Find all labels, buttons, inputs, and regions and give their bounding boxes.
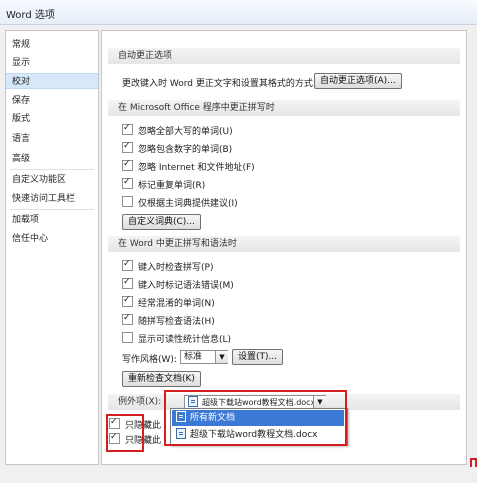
checkbox[interactable]: ✓: [122, 295, 133, 307]
option-label: 只隐藏此: [125, 436, 162, 446]
dropdown-option-current-document[interactable]: 超级下载站word教程文档.docx: [172, 427, 344, 443]
option-label: 键入时标记语法错误(M): [138, 281, 234, 291]
option-label: 键入时检查拼写(P): [138, 263, 214, 273]
nav-item-display[interactable]: 显示: [6, 55, 98, 71]
dialog-footer: [0, 467, 477, 483]
checkmark-icon: ✓: [123, 295, 131, 305]
checkbox[interactable]: ✓: [122, 159, 133, 171]
nav-item-proofing[interactable]: 校对: [6, 73, 98, 89]
checkmark-icon: ✓: [123, 123, 131, 133]
checkbox[interactable]: ✓: [109, 417, 120, 429]
nav-item-layout[interactable]: 版式: [6, 111, 98, 127]
option-label: 标记重复单词(R): [138, 181, 206, 191]
checkmark-icon: ✓: [123, 177, 131, 187]
writing-style-label: 写作风格(W):: [122, 355, 177, 365]
nav-divider: [10, 209, 94, 210]
option-confused-words[interactable]: ✓ 经常混淆的单词(N): [122, 295, 215, 310]
recheck-document-button[interactable]: 重新检查文档(K): [122, 371, 201, 387]
nav-item-customize-ribbon[interactable]: 自定义功能区: [6, 172, 98, 188]
checkbox[interactable]: ✓: [122, 259, 133, 271]
checkmark-icon: ✓: [123, 159, 131, 169]
autocorrect-description: 更改键入时 Word 更正文字和设置其格式的方式:: [122, 79, 316, 89]
writing-style-value: 标准: [184, 352, 203, 362]
option-label: 忽略 Internet 和文件地址(F): [138, 163, 255, 173]
checkbox[interactable]: ✓: [109, 432, 120, 444]
window-title: Word 选项: [6, 10, 55, 21]
chevron-down-icon[interactable]: ▼: [215, 351, 228, 363]
exceptions-dropdown-list: 所有新文档 超级下载站word教程文档.docx: [170, 408, 348, 446]
option-flag-repeated-words[interactable]: ✓ 标记重复单词(R): [122, 177, 206, 192]
options-nav: 常规 显示 校对 保存 版式 语言 高级 自定义功能区 快速访问工具栏 加载项 …: [5, 30, 99, 465]
checkbox[interactable]: [122, 196, 133, 207]
autocorrect-options-button[interactable]: 自动更正选项(A)...: [314, 73, 402, 89]
nav-divider: [10, 169, 94, 170]
option-label: 显示可读性统计信息(L): [138, 335, 232, 345]
exceptions-document-select[interactable]: 超级下载站word教程文档.docx ▼: [184, 395, 326, 409]
option-label: 只隐藏此: [125, 421, 162, 431]
checkbox[interactable]: [122, 332, 133, 343]
nav-item-trust-center[interactable]: 信任中心: [6, 231, 98, 247]
option-label: 忽略包含数字的单词(B): [138, 145, 233, 155]
nav-item-advanced[interactable]: 高级: [6, 151, 98, 167]
checkbox[interactable]: ✓: [122, 123, 133, 135]
option-ignore-uppercase[interactable]: ✓ 忽略全部大写的单词(U): [122, 123, 233, 138]
checkmark-icon: ✓: [123, 277, 131, 287]
option-label: 随拼写检查语法(H): [138, 317, 215, 327]
option-readability-statistics[interactable]: 显示可读性统计信息(L): [122, 332, 231, 346]
title-bar: Word 选项: [0, 0, 477, 25]
section-heading-autocorrect: 自动更正选项: [108, 48, 460, 64]
option-label: 仅根据主词典提供建议(I): [138, 199, 238, 209]
option-main-dictionary-only[interactable]: 仅根据主词典提供建议(I): [122, 196, 238, 210]
option-label: 忽略全部大写的单词(U): [138, 127, 233, 137]
checkmark-icon: ✓: [123, 141, 131, 151]
section-heading-word-spelling: 在 Word 中更正拼写和语法时: [108, 236, 460, 252]
checkmark-icon: ✓: [123, 259, 131, 269]
exceptions-label: 例外项(X):: [118, 397, 162, 407]
proofing-panel: 自动更正选项 更改键入时 Word 更正文字和设置其格式的方式: 自动更正选项(…: [101, 30, 467, 465]
grammar-settings-button[interactable]: 设置(T)...: [232, 349, 284, 365]
option-ignore-numbers[interactable]: ✓ 忽略包含数字的单词(B): [122, 141, 233, 156]
option-check-spelling-as-type[interactable]: ✓ 键入时检查拼写(P): [122, 259, 214, 274]
checkmark-icon: ✓: [110, 432, 118, 442]
checkbox[interactable]: ✓: [122, 313, 133, 325]
nav-item-add-ins[interactable]: 加载项: [6, 212, 98, 228]
dropdown-option-label: 超级下载站word教程文档.docx: [190, 430, 318, 440]
option-ignore-internet-addresses[interactable]: ✓ 忽略 Internet 和文件地址(F): [122, 159, 255, 174]
option-mark-grammar-errors[interactable]: ✓ 键入时标记语法错误(M): [122, 277, 234, 292]
nav-item-quick-access-toolbar[interactable]: 快速访问工具栏: [6, 191, 98, 207]
dropdown-option-all-new-documents[interactable]: 所有新文档: [172, 410, 344, 426]
word-options-dialog: Word 选项 常规 显示 校对 保存 版式 语言 高级 自定义功能区 快速访问…: [0, 0, 477, 483]
word-document-icon: [188, 396, 198, 407]
checkbox[interactable]: ✓: [122, 177, 133, 189]
checkbox[interactable]: ✓: [122, 141, 133, 153]
option-hide-spelling-errors[interactable]: ✓ 只隐藏此: [109, 417, 162, 432]
dropdown-option-label: 所有新文档: [190, 413, 236, 423]
checkmark-icon: ✓: [110, 417, 118, 427]
checkbox[interactable]: ✓: [122, 277, 133, 289]
word-document-icon: [176, 411, 186, 422]
option-check-grammar-with-spelling[interactable]: ✓ 随拼写检查语法(H): [122, 313, 215, 328]
option-hide-grammar-errors[interactable]: ✓ 只隐藏此: [109, 432, 162, 447]
section-heading-office-spelling: 在 Microsoft Office 程序中更正拼写时: [108, 100, 460, 116]
nav-item-general[interactable]: 常规: [6, 37, 98, 53]
nav-item-language[interactable]: 语言: [6, 131, 98, 147]
option-label: 经常混淆的单词(N): [138, 299, 215, 309]
custom-dictionaries-button[interactable]: 自定义词典(C)...: [122, 214, 201, 230]
exceptions-selected-doc: 超级下载站word教程文档.docx: [202, 398, 316, 407]
writing-style-select[interactable]: 标准 ▼: [180, 350, 228, 364]
chevron-down-icon[interactable]: ▼: [313, 396, 326, 408]
checkmark-icon: ✓: [123, 313, 131, 323]
word-document-icon: [176, 428, 186, 439]
nav-item-save[interactable]: 保存: [6, 93, 98, 109]
